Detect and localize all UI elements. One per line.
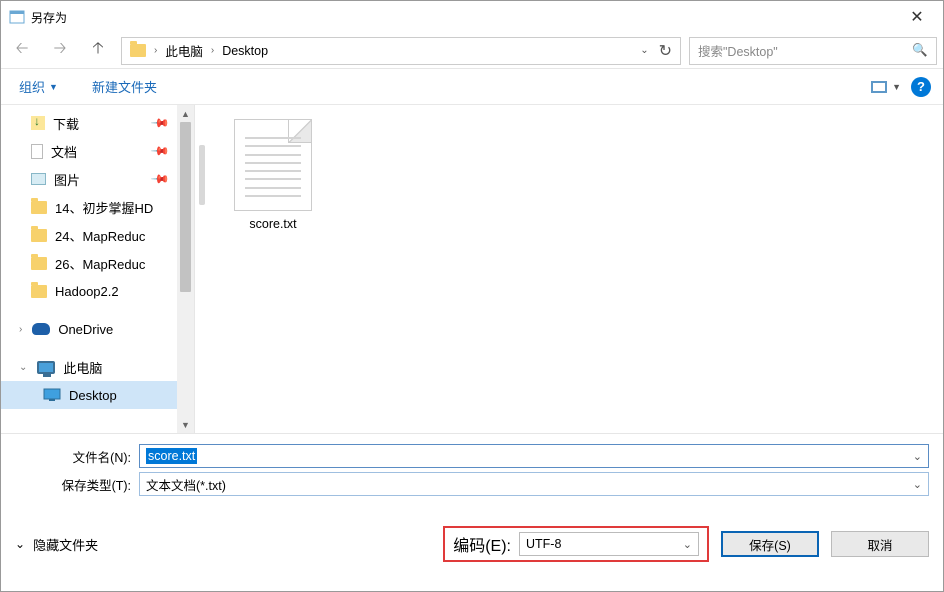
breadcrumb-current[interactable]: Desktop — [216, 38, 274, 64]
document-icon — [31, 144, 43, 159]
desktop-icon — [43, 388, 61, 402]
sidebar-item-thispc[interactable]: ⌄此电脑 — [1, 353, 194, 381]
sidebar-scrollbar[interactable]: ▲ ▼ — [177, 105, 194, 433]
search-icon[interactable]: 🔍 — [912, 43, 928, 58]
navbar: 🡠 🡢 🡡 › 此电脑 › Desktop ⌄ ↻ 搜索"Desktop" 🔍 — [1, 33, 943, 69]
filetype-value: 文本文档(*.txt) — [146, 475, 226, 494]
filename-input[interactable]: score.txt ⌄ — [139, 444, 929, 468]
sidebar-item-folder[interactable]: 26、MapReduc — [1, 249, 194, 277]
sidebar-item-documents[interactable]: 文档📌 — [1, 137, 194, 165]
sidebar-item-downloads[interactable]: 下载📌 — [1, 109, 194, 137]
chevron-right-icon: › — [152, 45, 159, 56]
tree-chevron-icon[interactable]: ⌄ — [19, 362, 27, 373]
sidebar-item-desktop[interactable]: Desktop — [1, 381, 194, 409]
dialog-body: 下载📌 文档📌 图片📌 14、初步掌握HD 24、MapReduc 26、Map… — [1, 105, 943, 433]
help-button[interactable]: ? — [911, 77, 931, 97]
folder-icon — [31, 285, 47, 298]
pin-icon: 📌 — [150, 113, 170, 133]
sidebar-item-folder[interactable]: 14、初步掌握HD — [1, 193, 194, 221]
cancel-button[interactable]: 取消 — [831, 531, 929, 557]
back-button[interactable]: 🡠 — [7, 37, 37, 65]
search-input[interactable]: 搜索"Desktop" 🔍 — [689, 37, 937, 65]
chevron-down-icon[interactable]: ⌄ — [640, 45, 648, 56]
forward-button[interactable]: 🡢 — [45, 37, 75, 65]
chevron-down-icon: ▼ — [49, 82, 58, 92]
chevron-down-icon[interactable]: ⌄ — [913, 478, 922, 491]
pin-icon: 📌 — [150, 169, 170, 189]
hide-folders-toggle[interactable]: ⌄ 隐藏文件夹 — [15, 535, 98, 554]
view-mode-button[interactable] — [868, 76, 890, 98]
refresh-icon[interactable]: ↻ — [659, 41, 672, 61]
pictures-icon — [31, 173, 46, 185]
onedrive-icon — [32, 323, 50, 335]
encoding-select[interactable]: UTF-8 ⌄ — [519, 532, 699, 556]
sidebar-item-onedrive[interactable]: ›OneDrive — [1, 315, 194, 343]
scroll-down-icon[interactable]: ▼ — [177, 416, 194, 433]
file-pane[interactable]: score.txt — [195, 105, 943, 433]
file-name-label: score.txt — [223, 217, 323, 231]
pc-icon — [37, 361, 55, 374]
filetype-select[interactable]: 文本文档(*.txt) ⌄ — [139, 472, 929, 496]
encoding-label: 编码(E): — [453, 532, 511, 556]
window-title: 另存为 — [31, 9, 895, 26]
sidebar: 下载📌 文档📌 图片📌 14、初步掌握HD 24、MapReduc 26、Map… — [1, 105, 195, 433]
sidebar-item-folder[interactable]: 24、MapReduc — [1, 221, 194, 249]
pin-icon: 📌 — [150, 141, 170, 161]
folder-icon — [31, 201, 47, 214]
folder-icon — [31, 257, 47, 270]
file-item[interactable]: score.txt — [223, 119, 323, 433]
tree-chevron-icon[interactable]: › — [19, 324, 22, 335]
footer: 文件名(N): score.txt ⌄ 保存类型(T): 文本文档(*.txt)… — [1, 433, 943, 510]
scroll-thumb[interactable] — [180, 122, 191, 292]
search-placeholder: 搜索"Desktop" — [698, 41, 778, 60]
bottom-bar: ⌄ 隐藏文件夹 编码(E): UTF-8 ⌄ 保存(S) 取消 — [1, 510, 943, 574]
save-button[interactable]: 保存(S) — [721, 531, 819, 557]
sidebar-item-pictures[interactable]: 图片📌 — [1, 165, 194, 193]
filename-value: score.txt — [146, 448, 197, 464]
toolbar: 组织▼ 新建文件夹 ▼ ? — [1, 69, 943, 105]
filetype-label: 保存类型(T): — [15, 475, 139, 494]
chevron-right-icon: › — [209, 45, 216, 56]
breadcrumb-root[interactable]: 此电脑 — [159, 38, 209, 64]
chevron-down-icon[interactable]: ▼ — [892, 82, 901, 92]
text-file-icon — [234, 119, 312, 211]
organize-button[interactable]: 组织▼ — [13, 73, 64, 100]
new-folder-button[interactable]: 新建文件夹 — [86, 73, 163, 100]
close-button[interactable]: ✕ — [895, 2, 939, 32]
downloads-icon — [31, 116, 45, 130]
chevron-down-icon[interactable]: ⌄ — [913, 450, 922, 463]
filename-label: 文件名(N): — [15, 447, 139, 466]
chevron-down-icon[interactable]: ⌄ — [683, 538, 692, 551]
address-bar[interactable]: › 此电脑 › Desktop ⌄ ↻ — [121, 37, 681, 65]
chevron-down-icon: ⌄ — [15, 537, 25, 551]
folder-icon — [130, 44, 146, 57]
folder-icon — [31, 229, 47, 242]
sidebar-item-folder[interactable]: Hadoop2.2 — [1, 277, 194, 305]
app-icon — [9, 9, 25, 25]
encoding-highlight: 编码(E): UTF-8 ⌄ — [443, 526, 709, 562]
up-button[interactable]: 🡡 — [83, 37, 113, 65]
titlebar: 另存为 ✕ — [1, 1, 943, 33]
splitter[interactable] — [195, 105, 209, 433]
scroll-up-icon[interactable]: ▲ — [177, 105, 194, 122]
